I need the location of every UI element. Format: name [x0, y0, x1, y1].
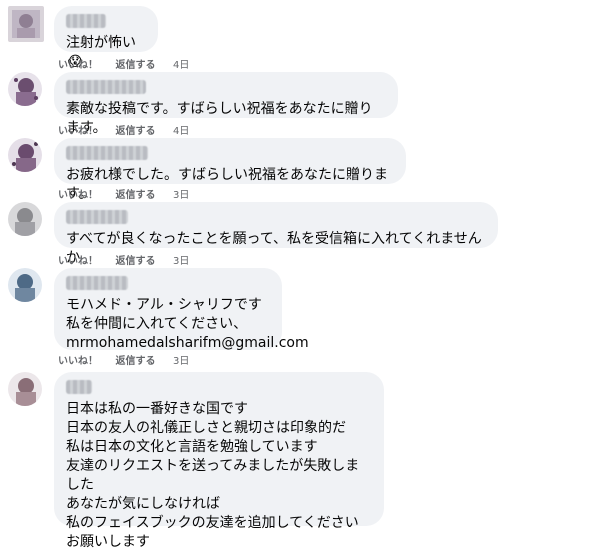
reply-link[interactable]: 返信する [115, 256, 155, 267]
like-link[interactable]: いいね！ [58, 356, 98, 367]
avatar[interactable] [8, 268, 42, 302]
comment-actions: いいね！ 返信する 4日 [58, 56, 203, 71]
reply-link[interactable]: 返信する [115, 60, 155, 71]
comment-bubble: 日本は私の一番好きな国です 日本の友人の礼儀正しさと親切さは印象的だ 私は日本の… [54, 372, 384, 550]
avatar[interactable] [8, 6, 44, 42]
commenter-name[interactable] [66, 146, 148, 160]
comment-text: 日本は私の一番好きな国です 日本の友人の礼儀正しさと親切さは印象的だ 私は日本の… [66, 401, 360, 550]
timestamp[interactable]: 3日 [173, 356, 189, 367]
timestamp[interactable]: 3日 [173, 190, 189, 201]
avatar[interactable] [8, 202, 42, 236]
comment-item: 日本は私の一番好きな国です 日本の友人の礼儀正しさと親切さは印象的だ 私は日本の… [8, 372, 608, 550]
comment-item: 素敵な投稿です。すばらしい祝福をあなたに贈ります。 いいね！ 返信する 4日 [8, 72, 608, 137]
like-link[interactable]: いいね！ [58, 126, 98, 137]
commenter-name[interactable] [66, 380, 92, 394]
comment-bubble: お疲れ様でした。すばらしい祝福をあなたに贈ります。 [54, 138, 406, 202]
reply-link[interactable]: 返信する [115, 356, 155, 367]
commenter-name[interactable] [66, 14, 106, 28]
commenter-name[interactable] [66, 210, 128, 224]
comment-item: モハメド・アル・シャリフです 私を仲間に入れてください、 mrmohamedal… [8, 268, 608, 367]
timestamp[interactable]: 4日 [173, 60, 189, 71]
comment-bubble: 注射が怖い😱 [54, 6, 158, 70]
comment-actions: いいね！ 返信する 3日 [58, 352, 203, 367]
comment-item: 注射が怖い😱 いいね！ 返信する 4日 [8, 6, 608, 71]
comment-text: モハメド・アル・シャリフです 私を仲間に入れてください、 mrmohamedal… [66, 297, 309, 351]
reply-link[interactable]: 返信する [115, 190, 155, 201]
comment-bubble: すべてが良くなったことを願って、私を受信箱に入れてくれませんか [54, 202, 498, 266]
comment-actions: いいね！ 返信する 3日 [58, 186, 203, 201]
comment-item: すべてが良くなったことを願って、私を受信箱に入れてくれませんか いいね！ 返信す… [8, 202, 608, 267]
comment-item: お疲れ様でした。すばらしい祝福をあなたに贈ります。 いいね！ 返信する 3日 [8, 138, 608, 202]
comment-bubble: モハメド・アル・シャリフです 私を仲間に入れてください、 mrmohamedal… [54, 268, 309, 351]
comment-actions: いいね！ 返信する 4日 [58, 122, 203, 137]
comment-actions: いいね！ 返信する 3日 [58, 252, 203, 267]
comment-bubble: 素敵な投稿です。すばらしい祝福をあなたに贈ります。 [54, 72, 398, 136]
like-link[interactable]: いいね！ [58, 190, 98, 201]
like-link[interactable]: いいね！ [58, 256, 98, 267]
commenter-name[interactable] [66, 276, 128, 290]
reply-link[interactable]: 返信する [115, 126, 155, 137]
timestamp[interactable]: 3日 [173, 256, 189, 267]
avatar[interactable] [8, 138, 42, 172]
commenter-name[interactable] [66, 80, 146, 94]
timestamp[interactable]: 4日 [173, 126, 189, 137]
avatar[interactable] [8, 72, 42, 106]
avatar[interactable] [8, 372, 42, 406]
like-link[interactable]: いいね！ [58, 60, 98, 71]
